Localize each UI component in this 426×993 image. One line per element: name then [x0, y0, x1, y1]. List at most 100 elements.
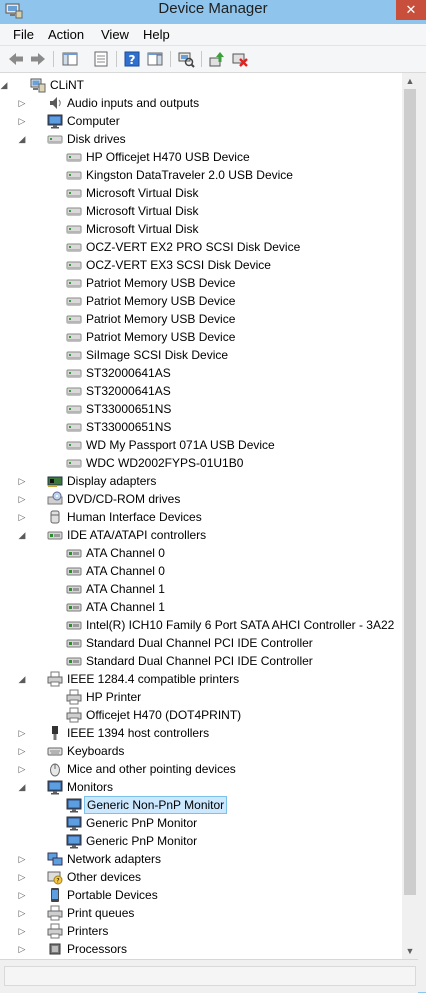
tree-row[interactable]: ▷ Display adapters: [0, 472, 402, 490]
tree-row[interactable]: Patriot Memory USB Device: [0, 292, 402, 310]
tree-row[interactable]: ◢ IDE ATA/ATAPI controllers: [0, 526, 402, 544]
expand-arrow-icon[interactable]: ▷: [17, 850, 27, 868]
scroll-up-button[interactable]: ▲: [402, 73, 418, 89]
expand-arrow-icon[interactable]: ▷: [17, 490, 27, 508]
tree-item-label[interactable]: OCZ-VERT EX2 PRO SCSI Disk Device: [84, 238, 302, 256]
tree-row[interactable]: Patriot Memory USB Device: [0, 310, 402, 328]
tree-row[interactable]: Standard Dual Channel PCI IDE Controller: [0, 652, 402, 670]
tree-row[interactable]: OCZ-VERT EX2 PRO SCSI Disk Device: [0, 238, 402, 256]
tree-item-label[interactable]: Keyboards: [65, 742, 126, 760]
tree-row[interactable]: ▷ Processors: [0, 940, 402, 958]
tree-row[interactable]: WD My Passport 071A USB Device: [0, 436, 402, 454]
tree-row[interactable]: ATA Channel 1: [0, 598, 402, 616]
collapse-arrow-icon[interactable]: ◢: [17, 670, 27, 688]
tree-item-label[interactable]: ATA Channel 0: [84, 562, 167, 580]
scan-hardware-icon[interactable]: [177, 50, 195, 68]
expand-arrow-icon[interactable]: ▷: [17, 760, 27, 778]
tree-item-label[interactable]: Mice and other pointing devices: [65, 760, 238, 778]
tree-item-label[interactable]: SiImage SCSI Disk Device: [84, 346, 230, 364]
tree-row[interactable]: ▷ Computer: [0, 112, 402, 130]
expand-arrow-icon[interactable]: ▷: [17, 472, 27, 490]
tree-row[interactable]: ST32000641AS: [0, 382, 402, 400]
collapse-arrow-icon[interactable]: ◢: [0, 76, 9, 94]
tree-item-label[interactable]: Standard Dual Channel PCI IDE Controller: [84, 652, 315, 670]
tree-row[interactable]: Generic PnP Monitor: [0, 832, 402, 850]
tree-row[interactable]: ◢ Disk drives: [0, 130, 402, 148]
uninstall-device-icon[interactable]: [231, 50, 249, 68]
tree-item-label[interactable]: WD My Passport 071A USB Device: [84, 436, 277, 454]
tree-row[interactable]: ATA Channel 0: [0, 562, 402, 580]
tree-row[interactable]: ▷ Mice and other pointing devices: [0, 760, 402, 778]
tree-item-label[interactable]: Patriot Memory USB Device: [84, 328, 237, 346]
tree-item-label[interactable]: Generic PnP Monitor: [84, 814, 199, 832]
tree-item-label[interactable]: Other devices: [65, 868, 143, 886]
tree-item-label[interactable]: Display adapters: [65, 472, 158, 490]
tree-row[interactable]: ▷ Keyboards: [0, 742, 402, 760]
tree-item-label[interactable]: OCZ-VERT EX3 SCSI Disk Device: [84, 256, 273, 274]
tree-row[interactable]: ATA Channel 0: [0, 544, 402, 562]
tree-row[interactable]: Standard Dual Channel PCI IDE Controller: [0, 634, 402, 652]
collapse-arrow-icon[interactable]: ◢: [17, 778, 27, 796]
properties-icon[interactable]: [92, 50, 110, 68]
tree-row[interactable]: ▷ Network adapters: [0, 850, 402, 868]
tree-row[interactable]: ▷? Other devices: [0, 868, 402, 886]
tree-item-label[interactable]: HP Printer: [84, 688, 143, 706]
tree-item-label[interactable]: HP Officejet H470 USB Device: [84, 148, 252, 166]
expand-arrow-icon[interactable]: ▷: [17, 904, 27, 922]
tree-row[interactable]: Microsoft Virtual Disk: [0, 220, 402, 238]
tree-row[interactable]: Microsoft Virtual Disk: [0, 184, 402, 202]
tree-row[interactable]: ATA Channel 1: [0, 580, 402, 598]
tree-row[interactable]: Patriot Memory USB Device: [0, 328, 402, 346]
expand-arrow-icon[interactable]: ▷: [17, 922, 27, 940]
menu-action[interactable]: Action: [48, 27, 84, 42]
tree-row[interactable]: ST33000651NS: [0, 400, 402, 418]
tree-row[interactable]: ST33000651NS: [0, 418, 402, 436]
tree-item-label[interactable]: Patriot Memory USB Device: [84, 274, 237, 292]
tree-item-label[interactable]: ST33000651NS: [84, 400, 173, 418]
expand-arrow-icon[interactable]: ▷: [17, 742, 27, 760]
tree-item-label[interactable]: Portable Devices: [65, 886, 160, 904]
tree-item-label[interactable]: WDC WD2002FYPS-01U1B0: [84, 454, 245, 472]
tree-item-label[interactable]: Kingston DataTraveler 2.0 USB Device: [84, 166, 295, 184]
menu-view[interactable]: View: [101, 27, 129, 42]
collapse-arrow-icon[interactable]: ◢: [17, 130, 27, 148]
menu-file[interactable]: File: [13, 27, 34, 42]
tree-item-label[interactable]: ST33000651NS: [84, 418, 173, 436]
tree-item-label[interactable]: Disk drives: [65, 130, 128, 148]
tree-item-label[interactable]: ATA Channel 1: [84, 580, 167, 598]
tree-row[interactable]: ▷ IEEE 1394 host controllers: [0, 724, 402, 742]
tree-row[interactable]: ▷ Print queues: [0, 904, 402, 922]
expand-arrow-icon[interactable]: ▷: [17, 886, 27, 904]
tree-item-label[interactable]: Computer: [65, 112, 122, 130]
tree-row[interactable]: ◢ Monitors: [0, 778, 402, 796]
collapse-arrow-icon[interactable]: ◢: [17, 526, 27, 544]
show-hide-console-tree-icon[interactable]: [61, 50, 79, 68]
tree-row[interactable]: ▷ Human Interface Devices: [0, 508, 402, 526]
tree-row[interactable]: ◢ IEEE 1284.4 compatible printers: [0, 670, 402, 688]
tree-item-label[interactable]: IEEE 1284.4 compatible printers: [65, 670, 241, 688]
expand-arrow-icon[interactable]: ▷: [17, 94, 27, 112]
tree-item-label[interactable]: Microsoft Virtual Disk: [84, 184, 200, 202]
expand-arrow-icon[interactable]: ▷: [17, 724, 27, 742]
action-pane-icon[interactable]: [146, 50, 164, 68]
tree-item-label[interactable]: Patriot Memory USB Device: [84, 310, 237, 328]
tree-row[interactable]: SiImage SCSI Disk Device: [0, 346, 402, 364]
tree-item-label[interactable]: Network adapters: [65, 850, 163, 868]
tree-item-label[interactable]: Audio inputs and outputs: [65, 94, 201, 112]
tree-item-label[interactable]: Microsoft Virtual Disk: [84, 220, 200, 238]
title-bar[interactable]: Device Manager ✕: [0, 0, 426, 24]
tree-row[interactable]: ▷ Portable Devices: [0, 886, 402, 904]
scrollbar-thumb[interactable]: [404, 89, 416, 895]
tree-item-label[interactable]: Microsoft Virtual Disk: [84, 202, 200, 220]
tree-item-label[interactable]: ATA Channel 1: [84, 598, 167, 616]
tree-item-label[interactable]: CLiNT: [48, 76, 86, 94]
tree-item-label[interactable]: Patriot Memory USB Device: [84, 292, 237, 310]
forward-arrow-icon[interactable]: [29, 50, 47, 68]
expand-arrow-icon[interactable]: ▷: [17, 940, 27, 958]
tree-row[interactable]: Microsoft Virtual Disk: [0, 202, 402, 220]
close-button[interactable]: ✕: [396, 0, 426, 20]
tree-item-label[interactable]: Officejet H470 (DOT4PRINT): [84, 706, 243, 724]
tree-row[interactable]: Patriot Memory USB Device: [0, 274, 402, 292]
tree-item-label[interactable]: Generic Non-PnP Monitor: [84, 796, 228, 814]
tree-row[interactable]: ◢ CLiNT: [0, 76, 402, 94]
